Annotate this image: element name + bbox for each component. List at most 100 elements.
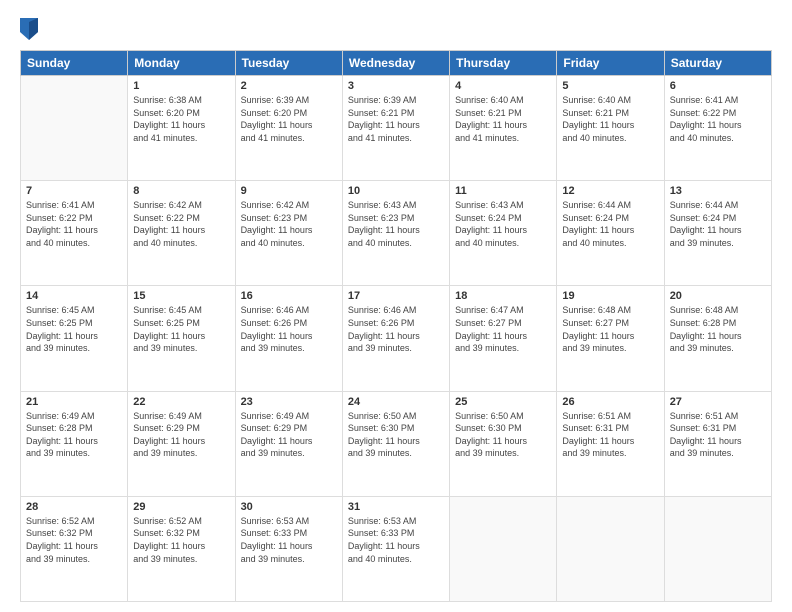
day-number: 31 bbox=[348, 501, 444, 513]
calendar-cell: 1Sunrise: 6:38 AM Sunset: 6:20 PM Daylig… bbox=[128, 76, 235, 181]
day-info: Sunrise: 6:51 AM Sunset: 6:31 PM Dayligh… bbox=[562, 410, 658, 460]
calendar-cell: 23 Sunrise: 6:49 AM Sunset: 6:29 PM Dayli… bbox=[235, 391, 342, 496]
logo bbox=[20, 18, 40, 40]
header-row: SundayMondayTuesdayWednesdayThursdayFrid… bbox=[21, 51, 772, 76]
calendar-cell: 7 Sunrise: 6:41 AM Sunset: 6:22 PM Daylig… bbox=[21, 181, 128, 286]
day-info: Sunrise: 6:52 AM Sunset: 6:32 PM Dayligh… bbox=[133, 515, 229, 565]
weekday-header: Thursday bbox=[450, 51, 557, 76]
day-number: 8 bbox=[133, 185, 229, 197]
day-number: 15 bbox=[133, 290, 229, 302]
calendar-cell: 17 Sunrise: 6:46 AM Sunset: 6:26 PM Dayli… bbox=[342, 286, 449, 391]
calendar-row: 7 Sunrise: 6:41 AM Sunset: 6:22 PM Daylig… bbox=[21, 181, 772, 286]
day-number: 11 bbox=[455, 185, 551, 197]
day-info: Sunrise: 6:45 AM Sunset: 6:25 PM Dayligh… bbox=[26, 304, 122, 354]
day-info: Sunrise: 6:53 AM Sunset: 6:33 PM Dayligh… bbox=[348, 515, 444, 565]
day-info: Sunrise: 6:39 AM Sunset: 6:21 PM Dayligh… bbox=[348, 94, 444, 144]
calendar-cell: 31 Sunrise: 6:53 AM Sunset: 6:33 PM Dayli… bbox=[342, 496, 449, 601]
calendar-cell bbox=[557, 496, 664, 601]
logo-icon bbox=[20, 18, 38, 40]
day-info: Sunrise: 6:44 AM Sunset: 6:24 PM Dayligh… bbox=[562, 199, 658, 249]
day-number: 28 bbox=[26, 501, 122, 513]
header bbox=[20, 18, 772, 40]
calendar-cell: 26 Sunrise: 6:51 AM Sunset: 6:31 PM Dayli… bbox=[557, 391, 664, 496]
calendar-cell: 19Sunrise: 6:48 AM Sunset: 6:27 PM Dayli… bbox=[557, 286, 664, 391]
day-number: 4 bbox=[455, 80, 551, 92]
calendar-cell: 30Sunrise: 6:53 AM Sunset: 6:33 PM Dayli… bbox=[235, 496, 342, 601]
day-info: Sunrise: 6:43 AM Sunset: 6:23 PM Dayligh… bbox=[348, 199, 444, 249]
day-number: 16 bbox=[241, 290, 337, 302]
calendar-cell bbox=[664, 496, 771, 601]
calendar-cell: 9Sunrise: 6:42 AM Sunset: 6:23 PM Daylig… bbox=[235, 181, 342, 286]
day-number: 22 bbox=[133, 396, 229, 408]
day-number: 5 bbox=[562, 80, 658, 92]
weekday-header: Monday bbox=[128, 51, 235, 76]
weekday-header: Saturday bbox=[664, 51, 771, 76]
day-info: Sunrise: 6:49 AM Sunset: 6:29 PM Dayligh… bbox=[133, 410, 229, 460]
calendar-cell: 22 Sunrise: 6:49 AM Sunset: 6:29 PM Dayli… bbox=[128, 391, 235, 496]
calendar-cell: 28 Sunrise: 6:52 AM Sunset: 6:32 PM Dayli… bbox=[21, 496, 128, 601]
weekday-header: Wednesday bbox=[342, 51, 449, 76]
day-info: Sunrise: 6:45 AM Sunset: 6:25 PM Dayligh… bbox=[133, 304, 229, 354]
day-number: 3 bbox=[348, 80, 444, 92]
calendar-row: 21 Sunrise: 6:49 AM Sunset: 6:28 PM Dayli… bbox=[21, 391, 772, 496]
day-number: 13 bbox=[670, 185, 766, 197]
day-number: 17 bbox=[348, 290, 444, 302]
day-info: Sunrise: 6:50 AM Sunset: 6:30 PM Dayligh… bbox=[348, 410, 444, 460]
day-number: 25 bbox=[455, 396, 551, 408]
calendar-cell: 18 Sunrise: 6:47 AM Sunset: 6:27 PM Dayli… bbox=[450, 286, 557, 391]
day-number: 1 bbox=[133, 80, 229, 92]
day-info: Sunrise: 6:47 AM Sunset: 6:27 PM Dayligh… bbox=[455, 304, 551, 354]
day-info: Sunrise: 6:44 AM Sunset: 6:24 PM Dayligh… bbox=[670, 199, 766, 249]
day-number: 27 bbox=[670, 396, 766, 408]
day-info: Sunrise: 6:50 AM Sunset: 6:30 PM Dayligh… bbox=[455, 410, 551, 460]
day-info: Sunrise: 6:49 AM Sunset: 6:28 PM Dayligh… bbox=[26, 410, 122, 460]
calendar-cell: 2Sunrise: 6:39 AM Sunset: 6:20 PM Daylig… bbox=[235, 76, 342, 181]
calendar-cell: 27 Sunrise: 6:51 AM Sunset: 6:31 PM Dayli… bbox=[664, 391, 771, 496]
day-info: Sunrise: 6:41 AM Sunset: 6:22 PM Dayligh… bbox=[670, 94, 766, 144]
calendar-cell: 10 Sunrise: 6:43 AM Sunset: 6:23 PM Dayli… bbox=[342, 181, 449, 286]
day-info: Sunrise: 6:43 AM Sunset: 6:24 PM Dayligh… bbox=[455, 199, 551, 249]
calendar-cell: 6 Sunrise: 6:41 AM Sunset: 6:22 PM Daylig… bbox=[664, 76, 771, 181]
day-info: Sunrise: 6:42 AM Sunset: 6:22 PM Dayligh… bbox=[133, 199, 229, 249]
calendar-cell: 20 Sunrise: 6:48 AM Sunset: 6:28 PM Dayli… bbox=[664, 286, 771, 391]
day-number: 14 bbox=[26, 290, 122, 302]
day-info: Sunrise: 6:53 AM Sunset: 6:33 PM Dayligh… bbox=[241, 515, 337, 565]
calendar-cell: 4 Sunrise: 6:40 AM Sunset: 6:21 PM Daylig… bbox=[450, 76, 557, 181]
calendar-row: 1Sunrise: 6:38 AM Sunset: 6:20 PM Daylig… bbox=[21, 76, 772, 181]
day-number: 23 bbox=[241, 396, 337, 408]
day-info: Sunrise: 6:40 AM Sunset: 6:21 PM Dayligh… bbox=[455, 94, 551, 144]
day-number: 20 bbox=[670, 290, 766, 302]
weekday-header: Tuesday bbox=[235, 51, 342, 76]
day-number: 21 bbox=[26, 396, 122, 408]
day-info: Sunrise: 6:52 AM Sunset: 6:32 PM Dayligh… bbox=[26, 515, 122, 565]
day-info: Sunrise: 6:51 AM Sunset: 6:31 PM Dayligh… bbox=[670, 410, 766, 460]
calendar-body: 1Sunrise: 6:38 AM Sunset: 6:20 PM Daylig… bbox=[21, 76, 772, 602]
day-info: Sunrise: 6:46 AM Sunset: 6:26 PM Dayligh… bbox=[348, 304, 444, 354]
day-info: Sunrise: 6:48 AM Sunset: 6:27 PM Dayligh… bbox=[562, 304, 658, 354]
page: SundayMondayTuesdayWednesdayThursdayFrid… bbox=[0, 0, 792, 612]
calendar-cell: 24Sunrise: 6:50 AM Sunset: 6:30 PM Dayli… bbox=[342, 391, 449, 496]
calendar-cell: 21 Sunrise: 6:49 AM Sunset: 6:28 PM Dayli… bbox=[21, 391, 128, 496]
calendar-cell: 15 Sunrise: 6:45 AM Sunset: 6:25 PM Dayli… bbox=[128, 286, 235, 391]
day-info: Sunrise: 6:49 AM Sunset: 6:29 PM Dayligh… bbox=[241, 410, 337, 460]
calendar-cell bbox=[21, 76, 128, 181]
day-number: 7 bbox=[26, 185, 122, 197]
calendar-cell: 11 Sunrise: 6:43 AM Sunset: 6:24 PM Dayli… bbox=[450, 181, 557, 286]
day-info: Sunrise: 6:40 AM Sunset: 6:21 PM Dayligh… bbox=[562, 94, 658, 144]
calendar-cell: 14 Sunrise: 6:45 AM Sunset: 6:25 PM Dayli… bbox=[21, 286, 128, 391]
day-number: 18 bbox=[455, 290, 551, 302]
day-number: 2 bbox=[241, 80, 337, 92]
day-number: 26 bbox=[562, 396, 658, 408]
calendar-cell: 8 Sunrise: 6:42 AM Sunset: 6:22 PM Daylig… bbox=[128, 181, 235, 286]
day-info: Sunrise: 6:46 AM Sunset: 6:26 PM Dayligh… bbox=[241, 304, 337, 354]
calendar-cell bbox=[450, 496, 557, 601]
day-info: Sunrise: 6:48 AM Sunset: 6:28 PM Dayligh… bbox=[670, 304, 766, 354]
day-info: Sunrise: 6:42 AM Sunset: 6:23 PM Dayligh… bbox=[241, 199, 337, 249]
calendar-cell: 16 Sunrise: 6:46 AM Sunset: 6:26 PM Dayli… bbox=[235, 286, 342, 391]
calendar-cell: 25 Sunrise: 6:50 AM Sunset: 6:30 PM Dayli… bbox=[450, 391, 557, 496]
day-number: 29 bbox=[133, 501, 229, 513]
day-info: Sunrise: 6:41 AM Sunset: 6:22 PM Dayligh… bbox=[26, 199, 122, 249]
day-number: 6 bbox=[670, 80, 766, 92]
day-number: 10 bbox=[348, 185, 444, 197]
calendar-cell: 12Sunrise: 6:44 AM Sunset: 6:24 PM Dayli… bbox=[557, 181, 664, 286]
